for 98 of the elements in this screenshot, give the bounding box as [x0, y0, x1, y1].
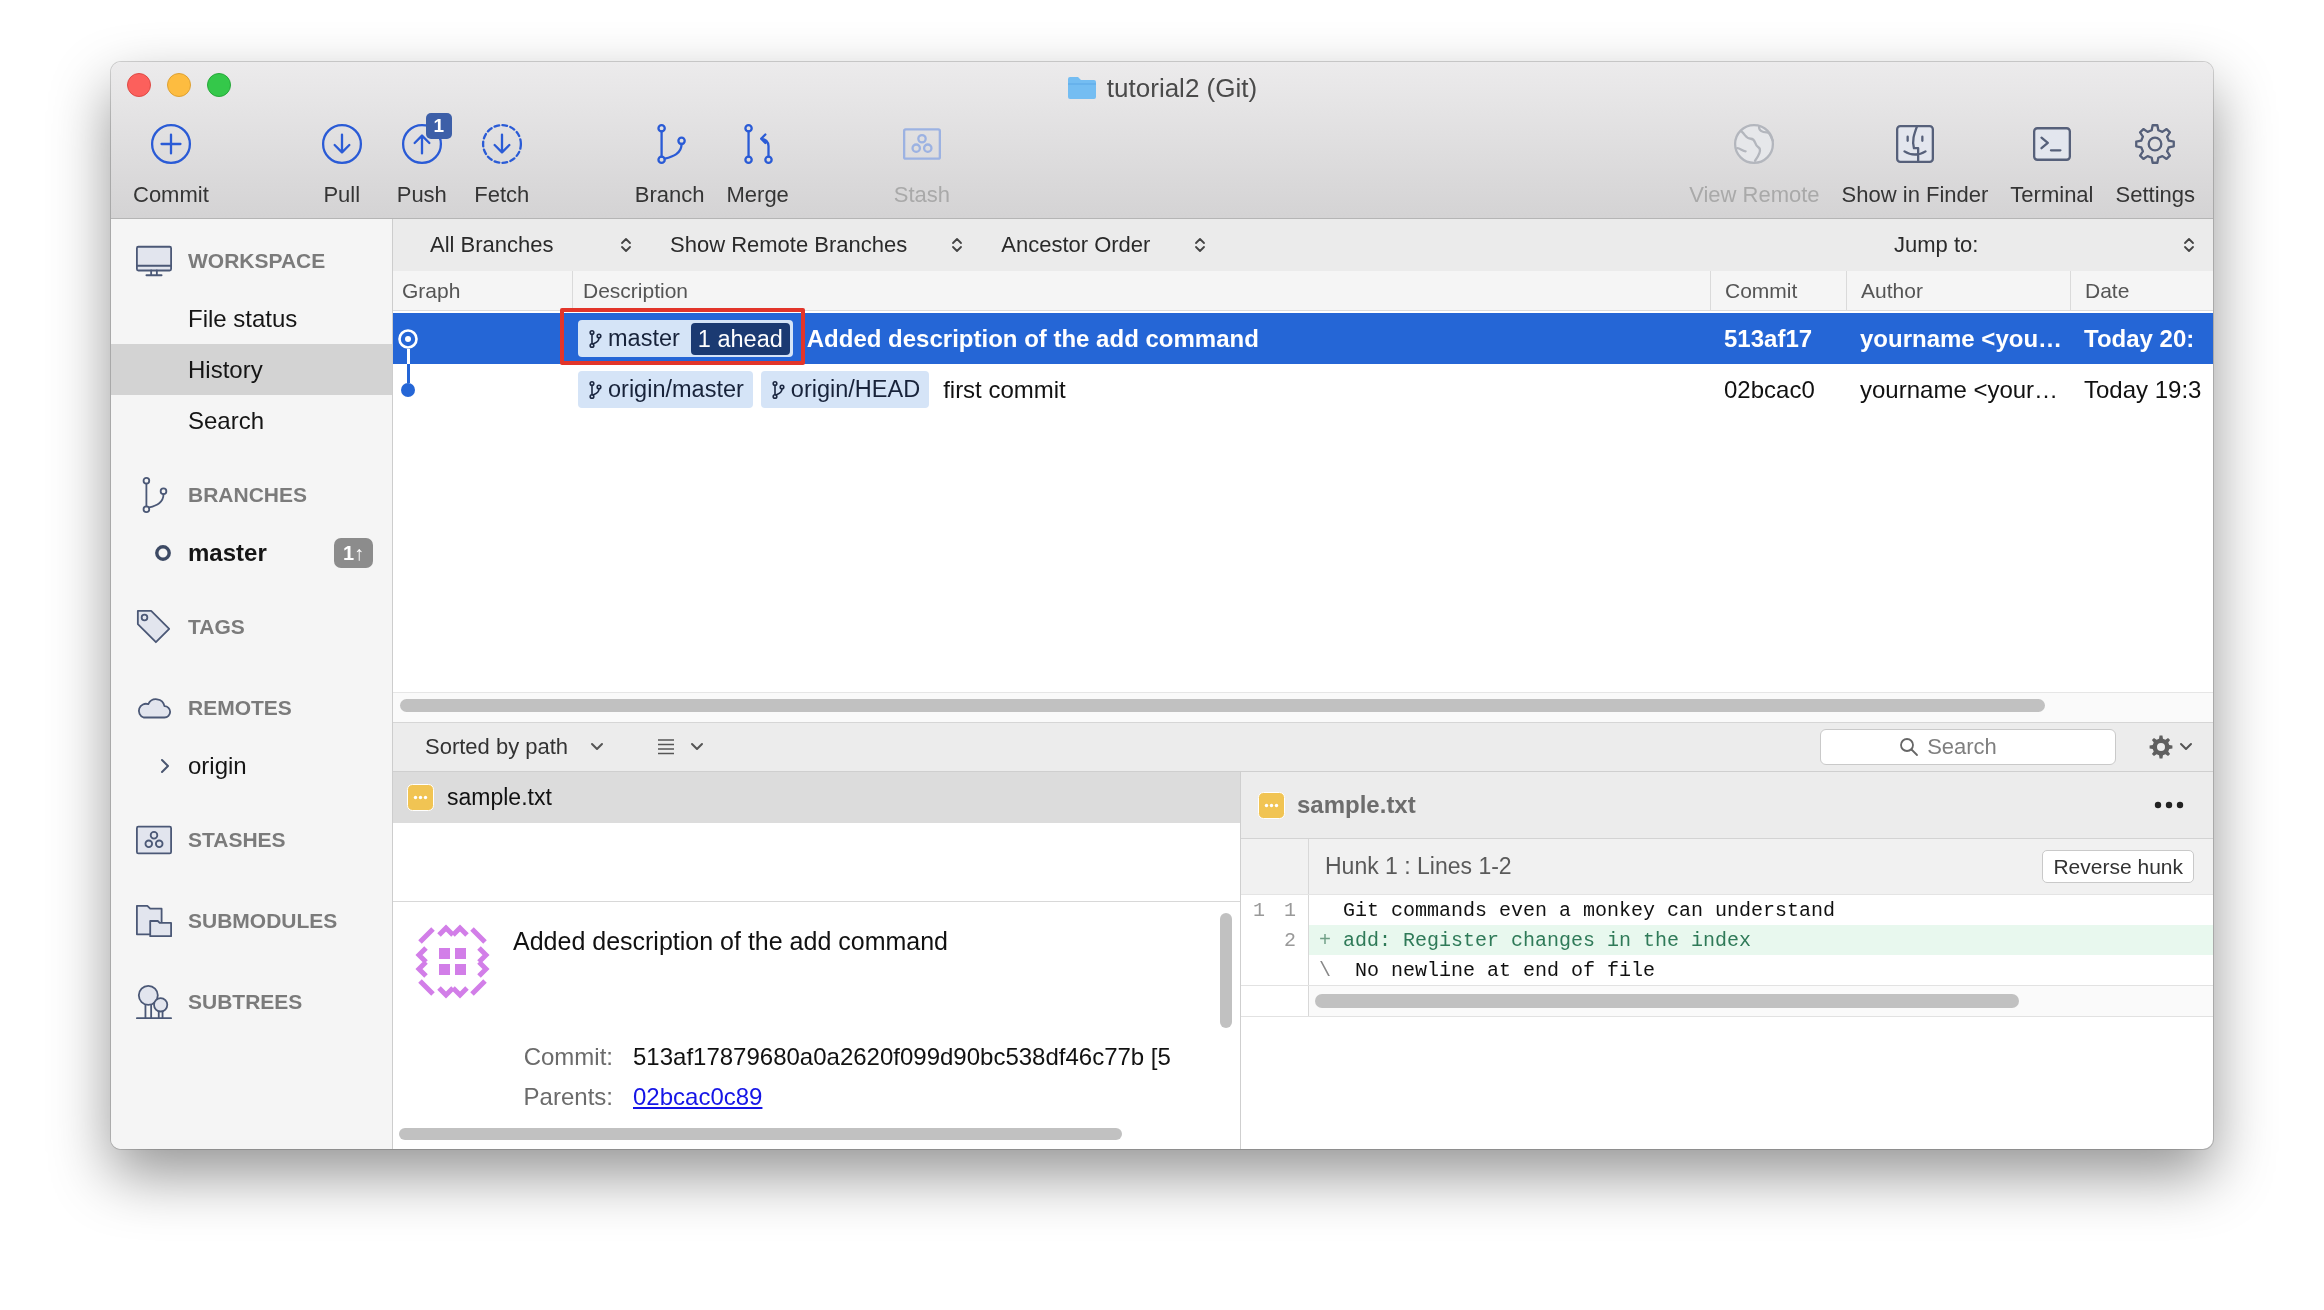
sidebar-item[interactable]: Search	[111, 395, 392, 446]
finder-button[interactable]: Show in Finder	[1835, 111, 1995, 212]
scrollbar-thumb[interactable]	[400, 699, 2045, 712]
chevron-down-icon	[2179, 742, 2193, 752]
section-header: STASHES	[188, 828, 286, 852]
column-header: Author	[1861, 278, 1923, 303]
ref-name: master	[608, 325, 680, 352]
chevron-down-icon	[590, 742, 605, 752]
pull-button[interactable]: Pull	[306, 111, 377, 212]
scrollbar-thumb[interactable]	[1315, 994, 2019, 1008]
branch-button[interactable]: Branch	[628, 111, 711, 212]
updown-chevron-icon	[620, 235, 632, 255]
close-button[interactable]	[127, 73, 151, 97]
section-header: SUBMODULES	[188, 909, 338, 933]
file-row[interactable]: sample.txt	[393, 772, 1240, 823]
popup-button[interactable]: Ancestor Order	[983, 225, 1217, 265]
branch-icon	[588, 328, 602, 349]
jump-to-popup[interactable]: Jump to:	[1876, 225, 2205, 265]
count-badge: 1	[425, 113, 452, 139]
diff-line-text: Git commands even a monkey can understand	[1343, 898, 1836, 922]
ahead-badge: 1 ahead	[690, 322, 790, 355]
column-header: Date	[2085, 278, 2130, 303]
sidebar-item[interactable]: File status	[111, 293, 392, 344]
field-label: Commit:	[523, 1042, 614, 1072]
column-header: Graph	[402, 278, 461, 303]
sidebar-item[interactable]: master 1↑	[111, 527, 392, 578]
line-number: 2	[1284, 928, 1296, 952]
reverse-hunk-button[interactable]: Reverse hunk	[2042, 850, 2194, 883]
popup-button[interactable]: All Branches	[412, 225, 642, 265]
diff-prefix: \	[1319, 958, 1331, 982]
settings-button[interactable]: Settings	[2109, 111, 2201, 212]
updown-chevron-icon	[2183, 235, 2195, 255]
diff-file-name: sample.txt	[1297, 791, 1416, 819]
zoom-button[interactable]	[207, 73, 231, 97]
column-header: Commit	[1725, 278, 1798, 303]
hunk-title: Hunk 1 : Lines 1-2	[1325, 853, 1512, 880]
section-header: SUBTREES	[188, 990, 303, 1014]
line-number: 1	[1253, 898, 1265, 922]
commit-message: Added description of the add command	[513, 926, 948, 956]
date-text: Today 20:	[2084, 324, 2195, 353]
identicon-icon	[415, 924, 490, 999]
search-field[interactable]: Search	[1820, 729, 2116, 765]
commit-hash: 513af17	[1724, 324, 1813, 353]
settings-icon	[2149, 735, 2173, 759]
ref-name: origin/HEAD	[790, 376, 921, 403]
commit-row[interactable]: origin/master origin/HEAD first commit 02bcac0 yourname <your… Today 19:3	[393, 364, 2213, 415]
list-icon	[656, 737, 677, 757]
section-header: BRANCHES	[188, 483, 307, 507]
terminal-button[interactable]: Terminal	[2004, 111, 2100, 212]
field-label: Parents:	[523, 1082, 614, 1112]
window-title: tutorial2 (Git)	[1106, 72, 1258, 104]
ahead-count-badge: 1↑	[333, 537, 373, 568]
ref-name: origin/master	[608, 376, 744, 403]
ellipsis-tile-icon	[1258, 791, 1285, 819]
ellipsis-tile-icon	[407, 784, 434, 811]
scrollbar-thumb[interactable]	[399, 1128, 1122, 1140]
sort-popup-button[interactable]: Sorted by path	[415, 728, 615, 766]
commit-message: Added description of the add command	[806, 324, 1259, 353]
more-icon	[2154, 801, 2184, 809]
author-text: yourname <you…	[1860, 324, 2063, 353]
commit-button[interactable]: Commit	[127, 111, 215, 212]
commit-message: first commit	[943, 375, 1066, 404]
section-header: TAGS	[188, 615, 245, 639]
fetch-button[interactable]: Fetch	[466, 111, 537, 212]
updown-chevron-icon	[1194, 235, 1207, 255]
minimize-button[interactable]	[167, 73, 191, 97]
section-header: WORKSPACE	[188, 249, 326, 273]
trees-icon	[135, 983, 173, 1021]
sidebar-item[interactable]: origin	[111, 740, 392, 791]
date-text: Today 19:3	[2084, 375, 2202, 404]
push-button[interactable]: 1 Push	[386, 111, 457, 212]
diff-line-text: add: Register changes in the index	[1343, 928, 1752, 952]
line-number: 1	[1284, 898, 1296, 922]
popup-button[interactable]: Show Remote Branches	[652, 225, 974, 265]
diff-prefix: +	[1319, 928, 1331, 952]
folders-icon	[135, 902, 173, 940]
plus-circle-icon	[149, 123, 192, 165]
settings-icon	[2134, 123, 2177, 165]
scrollbar-thumb[interactable]	[1220, 913, 1232, 1028]
folder-icon	[1066, 76, 1097, 100]
branch-icon	[770, 379, 785, 400]
merge-button[interactable]: Merge	[720, 111, 795, 212]
column-header: Description	[583, 278, 689, 303]
section-header: REMOTES	[188, 696, 292, 720]
branch-icon	[588, 379, 602, 400]
finder-face-icon	[1894, 123, 1936, 165]
search-icon	[1899, 737, 1919, 757]
globe-icon	[1733, 123, 1776, 165]
tag-icon	[135, 608, 173, 646]
field-value: 513af17879680a0a2620f099d90bc538df46c77b [5	[633, 1042, 1171, 1072]
sidebar-item[interactable]: History	[111, 344, 392, 395]
commit-hash: 02bcac0	[1724, 375, 1815, 404]
updown-chevron-icon	[951, 235, 964, 255]
parent-commit-link[interactable]: 02bcac0c89	[633, 1077, 763, 1117]
author-text: yourname <your…	[1860, 375, 2059, 404]
down-arrow-circle-icon	[320, 123, 363, 165]
chevron-down-icon	[690, 742, 705, 752]
diff-line-text: No newline at end of file	[1354, 958, 1656, 982]
